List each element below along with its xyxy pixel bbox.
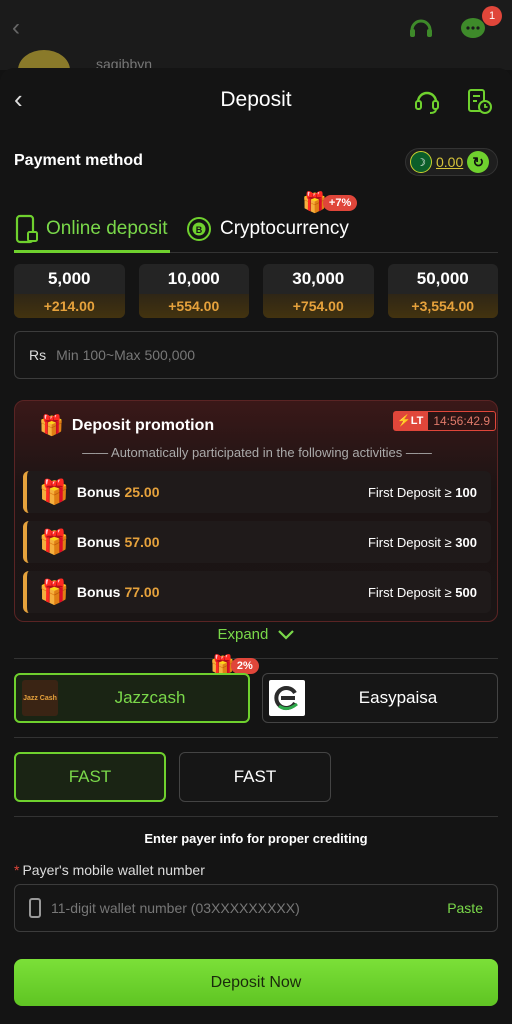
refresh-balance-icon[interactable]: ↻ — [467, 151, 490, 173]
bonus-label: Bonus — [76, 484, 121, 500]
background-back-icon: ‹ — [12, 14, 20, 41]
promotion-subtitle: —— Automatically participated in the fol… — [82, 445, 432, 460]
bonus-row: 🎁 Bonus 57.00 First Deposit ≥ 300 — [23, 521, 491, 563]
payer-info-hint: Enter payer info for proper crediting — [144, 831, 368, 846]
amount-input-box: Rs — [14, 331, 498, 379]
expand-label: Expand — [217, 626, 269, 643]
deposit-header: ‹ Deposit — [0, 68, 512, 132]
deposit-now-button[interactable]: Deposit Now — [14, 959, 498, 1006]
bonus-condition: First Deposit ≥ 300 — [367, 534, 477, 550]
pakistan-flag-icon: ☽ — [410, 151, 432, 173]
deposit-history-icon[interactable] — [464, 86, 494, 116]
support-headset-icon[interactable] — [412, 86, 442, 116]
bonus-row: 🎁 Bonus 77.00 First Deposit ≥ 500 — [23, 571, 491, 613]
amount-value: 30,000 — [292, 269, 345, 288]
phone-icon — [15, 214, 38, 244]
bonus-condition: First Deposit ≥ 500 — [367, 584, 477, 600]
deposit-promotion-panel: 🎁 Deposit promotion ⚡LT 14:56:42.9 —— Au… — [14, 400, 498, 622]
active-tab-indicator — [14, 250, 170, 253]
amount-input[interactable] — [56, 347, 483, 363]
jazzcash-promo-percent: 2% — [230, 657, 259, 674]
tab-cryptocurrency-label: Cryptocurrency — [220, 218, 349, 239]
balance-pill: ☽ 0.00 ↻ — [405, 148, 498, 176]
deposit-tabs: Online deposit B Cryptocurrency — [0, 206, 512, 253]
currency-label: Rs — [29, 347, 47, 363]
bonus-label: Bonus — [76, 584, 121, 600]
bonus-amount: 77.00 — [124, 584, 160, 600]
divider — [14, 816, 498, 817]
promotion-title-text: Deposit promotion — [71, 416, 215, 434]
tab-online-deposit-label: Online deposit — [46, 218, 168, 239]
crypto-coin-icon: B — [187, 217, 211, 241]
bonus-amount: 57.00 — [124, 534, 160, 550]
channel-easypaisa[interactable]: Easypaisa — [262, 673, 498, 723]
wallet-number-label: * Payer's mobile wallet number — [14, 862, 205, 878]
gift-box-icon: 🎁 — [39, 528, 69, 556]
chevron-down-icon — [277, 630, 294, 640]
bonus-amount: 25.00 — [124, 484, 160, 500]
deposit-sheet: ‹ Deposit Payment method ☽ 0.00 ↻ 🎁 +7% — [0, 68, 512, 1024]
bonus-row: 🎁 Bonus 25.00 First Deposit ≥ 100 — [23, 471, 491, 513]
speed-option-fast[interactable]: FAST — [179, 752, 331, 802]
notification-badge: 1 — [482, 6, 502, 26]
amount-bonus: +3,554.00 — [387, 294, 498, 318]
bonus-condition: First Deposit ≥ 100 — [367, 484, 477, 500]
amount-bonus: +554.00 — [138, 294, 249, 318]
mobile-phone-icon — [29, 898, 41, 918]
lt-badge: ⚡LT — [393, 411, 428, 431]
payment-method-label: Payment method — [14, 152, 143, 169]
paste-button[interactable]: Paste — [447, 900, 483, 916]
speed-option-fast-selected[interactable]: FAST — [14, 752, 166, 802]
svg-text:B: B — [196, 225, 203, 235]
balance-value: 0.00 — [436, 154, 464, 170]
limited-time-timer: ⚡LT 14:56:42.9 — [393, 411, 497, 431]
amount-bonus: +214.00 — [14, 294, 125, 318]
wallet-number-input[interactable] — [51, 900, 438, 916]
gift-box-icon: 🎁 — [39, 478, 69, 506]
tab-online-deposit[interactable]: Online deposit — [14, 206, 167, 252]
amount-value: 5,000 — [47, 269, 91, 288]
amount-value: 50,000 — [416, 269, 469, 288]
promotion-title: 🎁 Deposit promotion — [39, 413, 214, 438]
channel-jazzcash[interactable]: Jazz Cash Jazzcash — [14, 673, 250, 723]
gift-icon: 🎁 — [39, 415, 64, 437]
amount-bonus: +754.00 — [263, 294, 374, 318]
expand-button[interactable]: Expand — [0, 626, 512, 643]
divider — [14, 737, 498, 738]
countdown-timer: 14:56:42.9 — [427, 411, 497, 431]
easypaisa-logo — [269, 680, 305, 716]
channel-name: Jazzcash — [114, 688, 186, 707]
gift-box-icon: 🎁 — [39, 578, 69, 606]
wallet-number-box: Paste — [14, 884, 498, 932]
amount-option[interactable]: 30,000 +754.00 — [263, 264, 374, 318]
amount-option[interactable]: 50,000 +3,554.00 — [387, 264, 498, 318]
amount-option[interactable]: 10,000 +554.00 — [138, 264, 249, 318]
jazzcash-logo: Jazz Cash — [22, 680, 58, 716]
required-mark: * — [14, 862, 20, 878]
background-support-icon[interactable] — [406, 14, 436, 44]
bonus-label: Bonus — [76, 534, 121, 550]
channel-name: Easypaisa — [358, 688, 438, 707]
amount-value: 10,000 — [167, 269, 220, 288]
tab-cryptocurrency[interactable]: B Cryptocurrency — [186, 206, 349, 252]
quick-amounts: 5,000 +214.00 10,000 +554.00 30,000 +754… — [14, 264, 498, 318]
amount-option[interactable]: 5,000 +214.00 — [14, 264, 125, 318]
